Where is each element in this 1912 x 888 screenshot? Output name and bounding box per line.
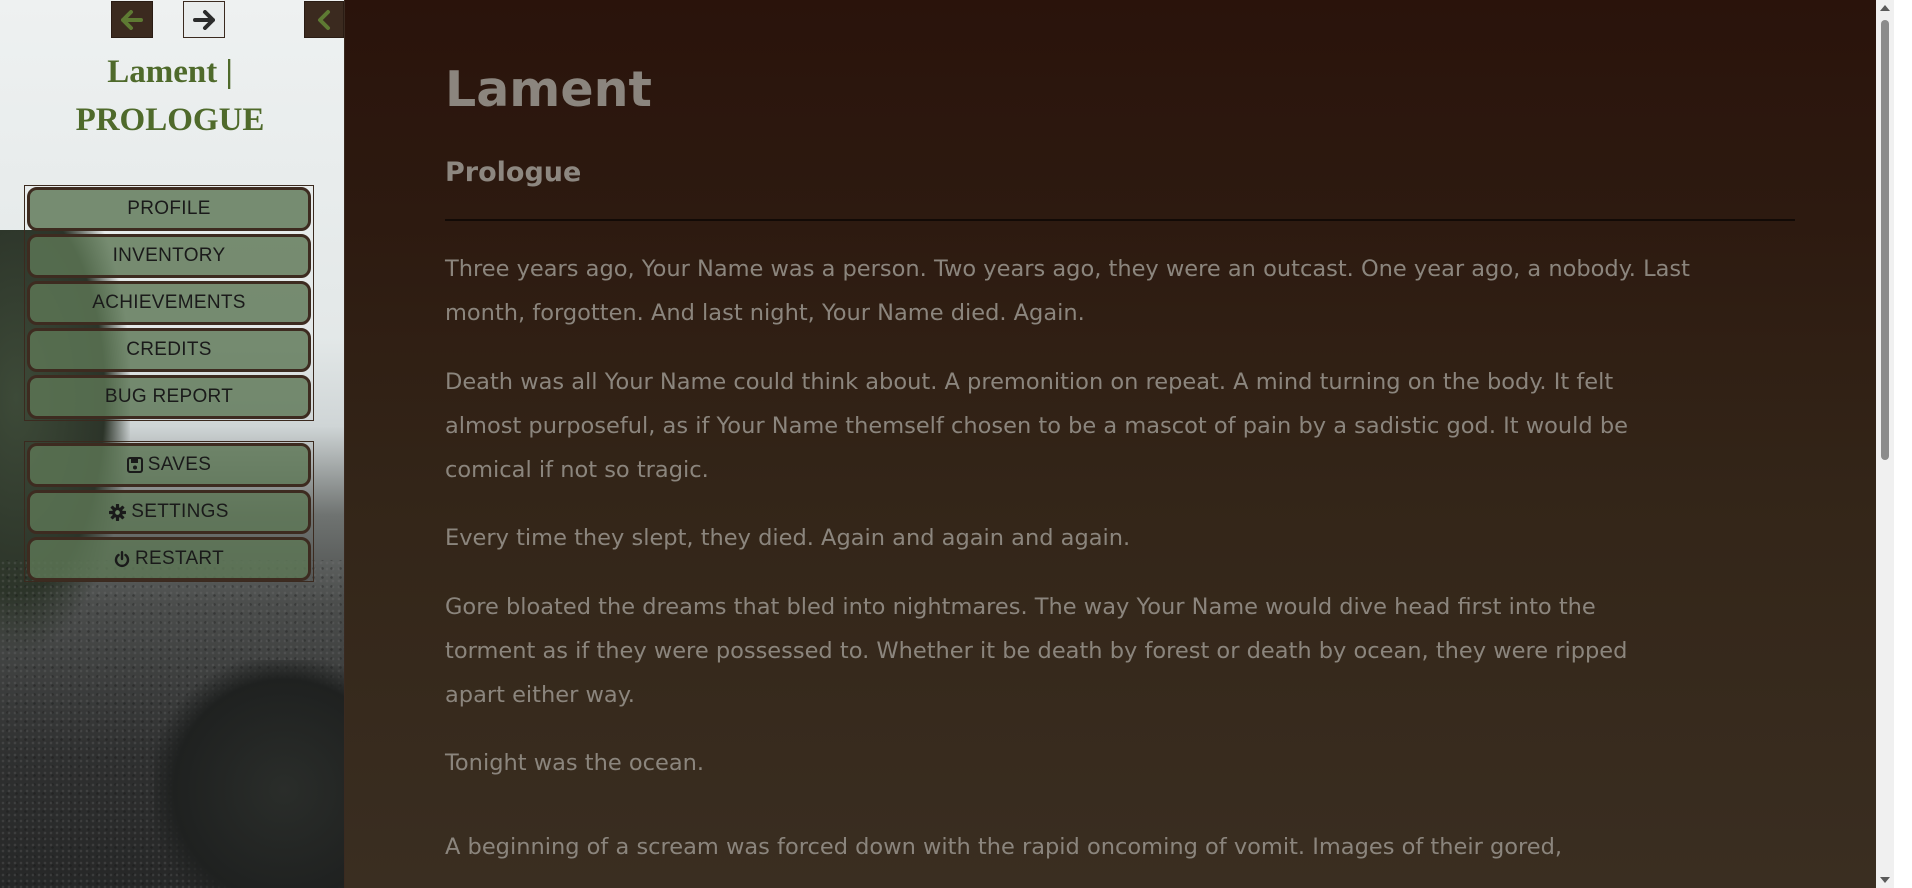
system-menu: SAVES SETTINGS RESTART — [24, 441, 314, 582]
restart-button[interactable]: RESTART — [27, 537, 311, 581]
paragraph-line: comical if not so tragic. — [445, 457, 709, 483]
passage-title: Lament — [445, 61, 652, 118]
main-menu: PROFILE INVENTORY ACHIEVEMENTS CREDITS B… — [24, 185, 314, 421]
settings-button[interactable]: SETTINGS — [27, 490, 311, 534]
paragraph-line: Three years ago, Your Name was a person.… — [445, 256, 1690, 282]
saves-button[interactable]: SAVES — [27, 443, 311, 487]
passage-paragraph-6: A beginning of a scream was forced down … — [445, 825, 1795, 869]
paragraph-line: apart either way. — [445, 682, 635, 708]
passage: Lament Prologue Three years ago, Your Na… — [445, 0, 1795, 869]
paragraph-line: A beginning of a scream was forced down … — [445, 834, 1563, 860]
passage-paragraph-2: Death was all Your Name could think abou… — [445, 360, 1795, 492]
sidebar: Lament | PROLOGUE PROFILE INVENTORY ACHI… — [0, 0, 345, 888]
passage-paragraph-3: Every time they slept, they died. Again … — [445, 516, 1795, 560]
bug-report-button-label: BUG REPORT — [104, 386, 234, 407]
sidebar-background-rock — [154, 660, 344, 888]
paragraph-line: month, forgotten. And last night, Your N… — [445, 300, 1085, 326]
profile-button[interactable]: PROFILE — [27, 187, 311, 231]
passage-subtitle: Prologue — [445, 157, 582, 188]
paragraph-line: Death was all Your Name could think abou… — [445, 369, 1614, 395]
settings-button-label: SETTINGS — [131, 501, 229, 522]
credits-button[interactable]: CREDITS — [27, 328, 311, 372]
passage-paragraph-1: Three years ago, Your Name was a person.… — [445, 247, 1795, 335]
history-back-button[interactable] — [111, 1, 153, 38]
gear-icon — [109, 503, 127, 521]
paragraph-line: Gore bloated the dreams that bled into n… — [445, 594, 1596, 620]
history-forward-button[interactable] — [183, 1, 225, 38]
achievements-button-label: ACHIEVEMENTS — [92, 292, 246, 313]
arrow-right-icon — [193, 9, 215, 30]
achievements-button[interactable]: ACHIEVEMENTS — [27, 281, 311, 325]
story-title-line-2: PROLOGUE — [75, 102, 265, 138]
passage-paragraph-4: Gore bloated the dreams that bled into n… — [445, 585, 1795, 717]
power-icon — [114, 550, 130, 568]
sidebar-collapse-button[interactable] — [304, 1, 344, 38]
inventory-button-label: INVENTORY — [112, 245, 226, 266]
profile-button-label: PROFILE — [127, 198, 211, 219]
credits-button-label: CREDITS — [126, 339, 212, 360]
passage-paragraph-5: Tonight was the ocean. — [445, 741, 1795, 785]
scrollbar-thumb[interactable] — [1881, 20, 1889, 460]
restart-button-label: RESTART — [134, 548, 225, 569]
saves-button-label: SAVES — [147, 454, 212, 475]
scroll-up-arrow-icon[interactable] — [1880, 5, 1890, 11]
story-title-line-1: Lament | — [107, 54, 233, 90]
story-scrollbar[interactable] — [1876, 0, 1894, 888]
bug-report-button[interactable]: BUG REPORT — [27, 375, 311, 419]
paragraph-line: Every time they slept, they died. Again … — [445, 525, 1131, 551]
story-title: Lament | PROLOGUE — [0, 48, 340, 144]
inventory-button[interactable]: INVENTORY — [27, 234, 311, 278]
story-panel: Lament Prologue Three years ago, Your Na… — [345, 0, 1894, 888]
floppy-disk-icon — [126, 457, 143, 473]
paragraph-line: Tonight was the ocean. — [445, 750, 705, 776]
paragraph-line: almost purposeful, as if Your Name thems… — [445, 413, 1628, 439]
scroll-down-arrow-icon[interactable] — [1880, 877, 1890, 883]
arrow-left-icon — [121, 9, 143, 30]
paragraph-line: torment as if they were possessed to. Wh… — [445, 638, 1628, 664]
chevron-left-icon — [316, 9, 332, 31]
